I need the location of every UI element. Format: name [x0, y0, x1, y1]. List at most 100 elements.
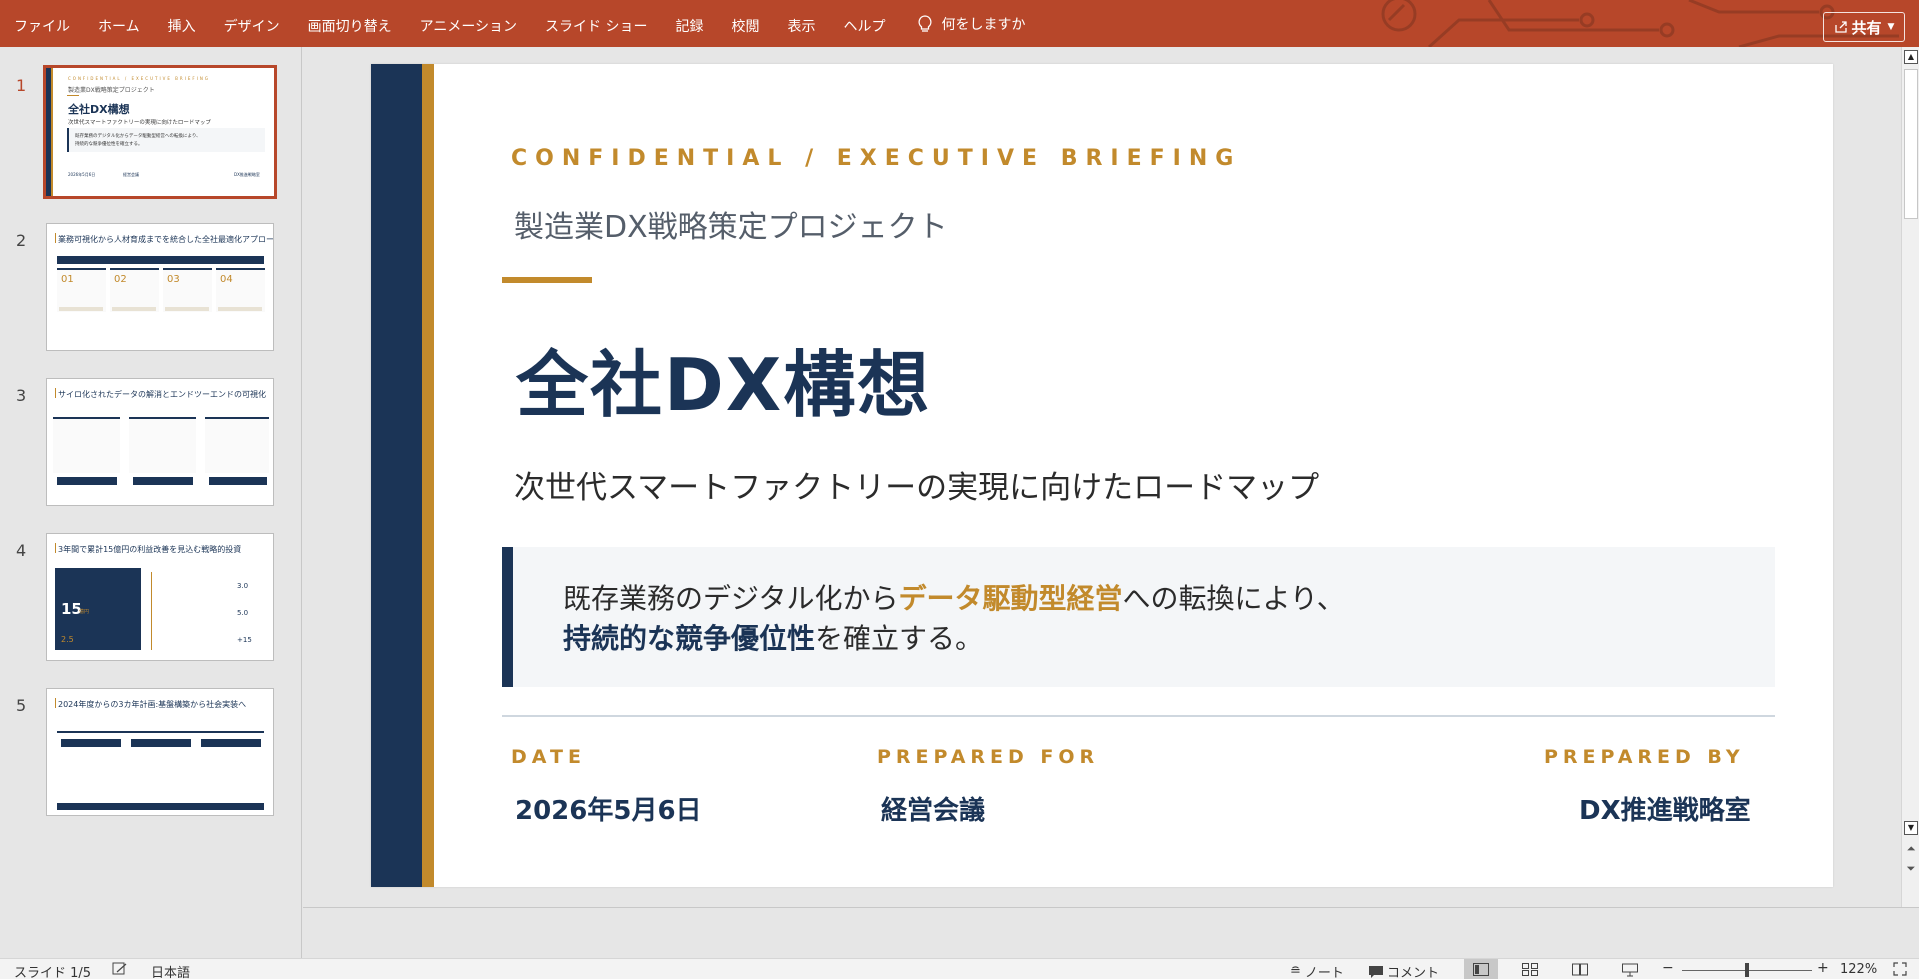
- thumb-step-number: 01: [61, 274, 74, 285]
- lightbulb-icon: [917, 14, 932, 32]
- share-button[interactable]: 共有 ▼: [1823, 12, 1905, 42]
- prepared-by-value[interactable]: DX推進戦略室: [1579, 790, 1751, 827]
- notes-button[interactable]: ≘ ノート: [1290, 962, 1344, 979]
- scroll-up-icon[interactable]: ▲: [1904, 50, 1918, 64]
- thumb-metric-value: 5.0: [237, 609, 249, 617]
- thumb-header-band: [57, 256, 264, 264]
- thumb-big-unit: 億円: [79, 609, 90, 615]
- thumbnail-row-4[interactable]: 4 3年間で累計15億円の利益改善を見込む戦略的投資 15 億円 2.5 3.0…: [0, 533, 302, 663]
- date-label: DATE: [511, 746, 586, 768]
- notes-icon: ≘: [1290, 964, 1301, 979]
- reading-view-button[interactable]: [1563, 959, 1597, 979]
- zoom-out-icon[interactable]: −: [1662, 960, 1674, 976]
- slide-project-name[interactable]: 製造業DX戦略策定プロジェクト: [514, 202, 948, 246]
- next-slide-icon[interactable]: ⏷: [1904, 862, 1918, 876]
- chevron-down-icon: ▼: [1887, 22, 1895, 32]
- callout-text: 既存業務のデジタル化から: [563, 582, 899, 615]
- tab-transitions[interactable]: 画面切り替え: [294, 0, 406, 47]
- slide-title[interactable]: 全社DX構想: [516, 326, 931, 431]
- spellcheck-icon[interactable]: [112, 962, 128, 976]
- slide-editor: CONFIDENTIAL / EXECUTIVE BRIEFING 製造業DX戦…: [303, 47, 1901, 907]
- zoom-slider-thumb[interactable]: [1745, 963, 1749, 977]
- normal-view-icon: [1473, 963, 1489, 976]
- tab-help[interactable]: ヘルプ: [830, 0, 900, 47]
- gold-divider-rule: [502, 277, 592, 283]
- thumb-prepared-by: DX推進戦略室: [234, 172, 260, 177]
- thumbnail-row-2[interactable]: 2 業務可視化から人材育成までを統合した全社最適化アプローチ 01 02 03 …: [0, 223, 302, 353]
- thumb-project: 製造業DX戦略策定プロジェクト: [68, 87, 155, 94]
- thumb-step-number: 04: [220, 274, 233, 285]
- key-message-callout[interactable]: 既存業務のデジタル化からデータ駆動型経営への転換により、 持続的な競争優位性を確…: [502, 547, 1775, 687]
- tab-slideshow[interactable]: スライド ショー: [531, 0, 661, 47]
- vertical-scrollbar[interactable]: ▲ ▼ ⏶ ⏷: [1901, 47, 1919, 907]
- tab-file[interactable]: ファイル: [0, 0, 84, 47]
- slide-sorter-button[interactable]: [1513, 959, 1547, 979]
- tab-animations[interactable]: アニメーション: [406, 0, 531, 47]
- thumbnail-row-5[interactable]: 5 2024年度からの3カ年計画:基盤構築から社会実装へ: [0, 688, 302, 818]
- title-ribbon: ファイル ホーム 挿入 デザイン 画面切り替え アニメーション スライド ショー…: [0, 0, 1919, 47]
- tell-me-search[interactable]: 何をしますか: [917, 0, 1026, 47]
- thumb-callout: [67, 128, 265, 152]
- tab-insert[interactable]: 挿入: [154, 0, 210, 47]
- callout-highlight: 持続的な競争優位性: [563, 622, 816, 655]
- thumb-kicker: CONFIDENTIAL / EXECUTIVE BRIEFING: [68, 76, 210, 81]
- thumb-step-number: 03: [167, 274, 180, 285]
- slide-subtitle[interactable]: 次世代スマートファクトリーの実現に向けたロードマップ: [514, 462, 1319, 507]
- thumbnail-number: 1: [16, 76, 27, 95]
- thumbnail-number: 2: [16, 231, 27, 250]
- slide-thumbnail-2[interactable]: 業務可視化から人材育成までを統合した全社最適化アプローチ 01 02 03 04: [46, 223, 274, 351]
- scroll-down-icon[interactable]: ▼: [1904, 821, 1918, 835]
- tab-review[interactable]: 校閲: [718, 0, 774, 47]
- slideshow-icon: [1622, 963, 1638, 976]
- slide-thumbnail-4[interactable]: 3年間で累計15億円の利益改善を見込む戦略的投資 15 億円 2.5 3.0 5…: [46, 533, 274, 661]
- thumb-step-number: 02: [114, 274, 127, 285]
- share-label: 共有: [1851, 18, 1882, 37]
- tab-home[interactable]: ホーム: [84, 0, 154, 47]
- tab-design[interactable]: デザイン: [210, 0, 294, 47]
- prepared-by-label: PREPARED BY: [1544, 746, 1745, 768]
- language-indicator[interactable]: 日本語: [151, 962, 190, 979]
- prepared-for-label: PREPARED FOR: [877, 746, 1100, 768]
- callout-text: を確立する。: [815, 622, 984, 655]
- slide-thumbnail-3[interactable]: サイロ化されたデータの解消とエンドツーエンドの可視化: [46, 378, 274, 506]
- comments-button[interactable]: コメント: [1368, 962, 1439, 979]
- thumb-date: 2026年5月6日: [68, 172, 96, 177]
- prepared-for-value[interactable]: 経営会議: [881, 790, 985, 827]
- thumbnail-row-1[interactable]: 1 CONFIDENTIAL / EXECUTIVE BRIEFING 製造業D…: [0, 65, 302, 199]
- callout-highlight: データ駆動型経営: [898, 582, 1123, 615]
- slide-thumbnail-5[interactable]: 2024年度からの3カ年計画:基盤構築から社会実装へ: [46, 688, 274, 816]
- thumb-rule: [67, 95, 79, 96]
- thumb-gold-bar: [51, 68, 53, 196]
- fit-to-window-icon[interactable]: [1893, 962, 1907, 976]
- callout-line-2: 持続的な競争優位性を確立する。: [563, 617, 983, 657]
- comments-label: コメント: [1387, 966, 1440, 979]
- slide-kicker[interactable]: CONFIDENTIAL / EXECUTIVE BRIEFING: [511, 146, 1241, 171]
- scroll-thumb[interactable]: [1904, 69, 1918, 219]
- thumb-title: 3年間で累計15億円の利益改善を見込む戦略的投資: [58, 545, 242, 554]
- tab-view[interactable]: 表示: [774, 0, 830, 47]
- comment-icon: [1369, 965, 1383, 978]
- thumbnail-row-3[interactable]: 3 サイロ化されたデータの解消とエンドツーエンドの可視化: [0, 378, 302, 508]
- thumb-title: 2024年度からの3カ年計画:基盤構築から社会実装へ: [58, 700, 247, 709]
- zoom-level[interactable]: 122%: [1840, 962, 1877, 977]
- date-value[interactable]: 2026年5月6日: [515, 790, 702, 827]
- previous-slide-icon[interactable]: ⏶: [1904, 842, 1918, 856]
- thumb-subtitle: 次世代スマートファクトリーの実現に向けたロードマップ: [68, 120, 211, 126]
- notes-pane-divider: [303, 907, 1919, 958]
- thumbnail-number: 4: [16, 541, 27, 560]
- zoom-in-icon[interactable]: +: [1817, 960, 1829, 976]
- tell-me-label: 何をしますか: [941, 16, 1026, 33]
- thumb-title: 全社DX構想: [68, 103, 130, 116]
- slide-canvas[interactable]: CONFIDENTIAL / EXECUTIVE BRIEFING 製造業DX戦…: [371, 64, 1833, 887]
- slide-indicator: スライド 1/5: [14, 966, 92, 979]
- slide-thumbnail-1[interactable]: CONFIDENTIAL / EXECUTIVE BRIEFING 製造業DX戦…: [43, 65, 277, 199]
- thumb-small-value: 2.5: [61, 635, 74, 644]
- thumb-metric-value: +15: [237, 636, 252, 644]
- thumb-prepared-for: 経営会議: [123, 172, 139, 177]
- thumbnail-number: 5: [16, 696, 27, 715]
- slide-thumbnail-pane: 1 CONFIDENTIAL / EXECUTIVE BRIEFING 製造業D…: [0, 47, 302, 958]
- tab-record[interactable]: 記録: [662, 0, 718, 47]
- callout-text: への転換により、: [1122, 582, 1345, 615]
- slideshow-button[interactable]: [1613, 959, 1647, 979]
- normal-view-button[interactable]: [1464, 959, 1498, 979]
